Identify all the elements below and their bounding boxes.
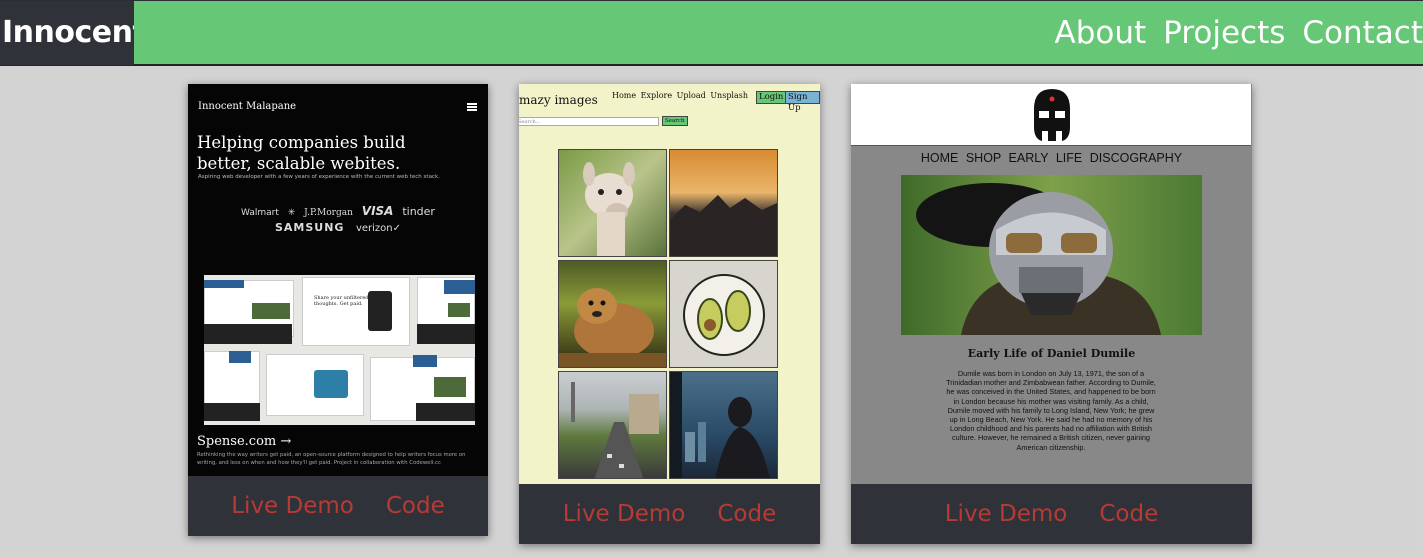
preview-signup-button: Sign Up bbox=[785, 91, 820, 113]
nav-link-contact[interactable]: Contact bbox=[1302, 15, 1423, 51]
code-link[interactable]: Code bbox=[717, 501, 776, 527]
preview-logo: mazy images bbox=[519, 93, 598, 107]
logo-samsung: SAMSUNG bbox=[274, 221, 345, 234]
nav-link-projects[interactable]: Projects bbox=[1163, 15, 1285, 51]
preview-nav-upload: Upload bbox=[676, 91, 706, 100]
live-demo-link[interactable]: Live Demo bbox=[563, 501, 686, 527]
mask-icon bbox=[1034, 89, 1070, 141]
tile-city-street bbox=[558, 371, 667, 479]
preview-project-title: Spense.com → bbox=[197, 434, 292, 449]
project-actions-1: Live Demo Code bbox=[188, 476, 488, 536]
client-logos: Walmart ✳ J.P.Morgan VISA tinder SAMSUNG… bbox=[188, 204, 488, 234]
mock-headline: Share your unfiltered thoughts. Get paid… bbox=[314, 295, 369, 307]
nav-links: About Projects Contact bbox=[1038, 1, 1423, 65]
hamburger-icon bbox=[467, 103, 477, 111]
preview-project-desc: Rethinking the way writers get paid, an … bbox=[197, 452, 466, 466]
logo-visa: VISA bbox=[361, 204, 394, 218]
logo-jpmorgan: J.P.Morgan bbox=[304, 208, 353, 218]
preview-hero-photo bbox=[901, 175, 1202, 335]
tile-alpaca bbox=[558, 149, 667, 257]
live-demo-link[interactable]: Live Demo bbox=[945, 501, 1068, 527]
preview-nav-home: Home bbox=[612, 91, 637, 100]
preview-mockup-collage: Share your unfiltered thoughts. Get paid… bbox=[204, 275, 475, 425]
code-link[interactable]: Code bbox=[1099, 501, 1158, 527]
project-actions-3: Live Demo Code bbox=[851, 484, 1252, 544]
preview-menu-shop: SHOP bbox=[965, 151, 1002, 165]
project-actions-2: Live Demo Code bbox=[519, 484, 820, 544]
preview-heading: Early Life of Daniel Dumile bbox=[967, 347, 1136, 360]
logo-tinder: tinder bbox=[402, 205, 435, 218]
project-preview-1[interactable]: Innocent Malapane Helping companies buil… bbox=[188, 84, 488, 476]
preview-header bbox=[851, 84, 1251, 146]
live-demo-link[interactable]: Live Demo bbox=[231, 493, 354, 519]
preview-site-name: Innocent Malapane bbox=[198, 101, 297, 112]
code-link[interactable]: Code bbox=[386, 493, 445, 519]
preview-nav: Home Explore Upload Unsplash bbox=[612, 91, 748, 100]
logo-verizon: verizon✓ bbox=[355, 223, 402, 234]
preview-search-input: Search... bbox=[519, 117, 659, 126]
preview-menu-discography: DISCOGRAPHY bbox=[1089, 151, 1183, 165]
nav-link-about[interactable]: About bbox=[1055, 15, 1147, 51]
preview-menu-early-life: EARLY LIFE bbox=[1008, 151, 1083, 165]
preview-search-button: Search bbox=[662, 116, 688, 126]
preview-menu-home: HOME bbox=[920, 151, 959, 165]
preview-subline: Aspiring web developer with a few years … bbox=[198, 174, 440, 180]
project-preview-3[interactable]: HOME SHOP EARLY LIFE DISCOGRAPHY Early L… bbox=[851, 84, 1252, 484]
project-preview-2[interactable]: mazy images Home Explore Upload Unsplash… bbox=[519, 84, 820, 484]
preview-menu: HOME SHOP EARLY LIFE DISCOGRAPHY bbox=[851, 151, 1252, 165]
brand-logo[interactable]: Innocent bbox=[0, 1, 134, 65]
preview-nav-explore: Explore bbox=[640, 91, 673, 100]
logo-walmart: Walmart ✳ bbox=[241, 208, 296, 218]
tile-mountain-sunset bbox=[669, 149, 778, 257]
preview-login-button: Login bbox=[756, 91, 787, 104]
preview-headline: Helping companies build better, scalable… bbox=[197, 133, 406, 173]
tile-avocado bbox=[669, 260, 778, 368]
tile-dog bbox=[558, 260, 667, 368]
project-card-3: HOME SHOP EARLY LIFE DISCOGRAPHY Early L… bbox=[851, 84, 1252, 544]
project-card-2: mazy images Home Explore Upload Unsplash… bbox=[519, 84, 820, 544]
tile-window-silhouette bbox=[669, 371, 778, 479]
top-navbar: Innocent About Projects Contact bbox=[0, 0, 1423, 66]
preview-nav-unsplash: Unsplash bbox=[710, 91, 749, 100]
preview-bio: Dumile was born in London on July 13, 19… bbox=[946, 369, 1156, 452]
project-card-1: Innocent Malapane Helping companies buil… bbox=[188, 84, 488, 536]
